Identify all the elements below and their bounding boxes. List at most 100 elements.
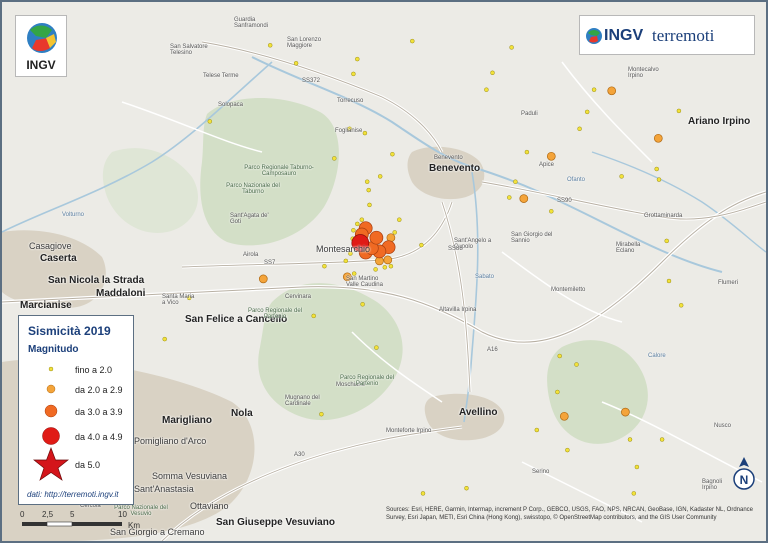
earthquake-event-marker[interactable] [374,345,379,350]
earthquake-event-marker[interactable] [627,437,633,442]
place-avellino: Avellino [459,407,498,418]
earthquake-event-marker[interactable] [355,221,360,227]
place-grottaminarda: Grottaminarda [644,213,683,219]
earthquake-event-marker[interactable] [546,151,556,161]
earthquake-event-marker[interactable] [351,228,356,233]
legend-panel: Sismicità 2019 Magnitudo fino a 2.0 da 2… [18,315,134,505]
place-guardia: Guardia Sanframondi [234,17,269,29]
earthquake-event-marker[interactable] [366,187,371,193]
legend-label-4: da 4.0 a 4.9 [75,432,123,442]
earthquake-event-marker[interactable] [490,70,495,76]
earthquake-event-marker[interactable] [559,411,569,421]
earthquake-event-marker[interactable] [373,267,378,272]
earthquake-event-marker[interactable] [591,87,597,92]
earthquake-event-marker[interactable] [513,179,518,184]
earthquake-event-marker[interactable] [367,202,372,208]
place-cervinara: Cervinara [285,294,312,300]
road-label-a16: A16 [487,347,498,353]
earthquake-event-marker[interactable] [419,242,424,248]
globe-small-icon [586,28,602,44]
earthquake-event-marker[interactable] [383,255,393,265]
earthquake-event-marker[interactable] [565,447,570,453]
legend-label-5: da 5.0 [75,460,101,470]
earthquake-event-marker[interactable] [319,411,324,417]
ingv-terremoti-logo[interactable]: INGV terremoti [579,15,755,55]
scale-bar: 0 2,5 5 10 Km [20,510,150,532]
earthquake-event-marker[interactable] [392,230,397,235]
earthquake-event-marker[interactable] [388,263,394,269]
earthquake-event-marker[interactable] [351,71,356,77]
road-label-a30: A30 [294,452,305,458]
earthquake-event-marker[interactable] [607,86,617,96]
earthquake-event-marker[interactable] [397,217,402,222]
earthquake-event-marker[interactable] [410,38,415,44]
earthquake-event-marker[interactable] [322,263,327,269]
earthquake-event-marker[interactable] [574,362,579,367]
earthquake-event-marker[interactable] [659,437,665,442]
earthquake-event-marker[interactable] [534,427,540,433]
place-nola: Nola [231,408,253,419]
earthquake-event-marker[interactable] [258,274,268,284]
earthquake-event-marker[interactable] [390,151,395,157]
earthquake-event-marker[interactable] [666,278,672,284]
earthquake-event-marker[interactable] [577,126,582,132]
earthquake-event-marker[interactable] [332,156,337,161]
earthquake-event-marker[interactable] [519,194,529,203]
earthquake-event-marker[interactable] [355,56,360,62]
earthquake-event-marker[interactable] [420,491,426,496]
earthquake-event-marker[interactable] [267,43,273,48]
earthquake-event-marker[interactable] [664,238,669,244]
earthquake-event-marker[interactable] [509,45,514,50]
place-mugnano: Mugnano del Cardinale [285,395,320,407]
earthquake-event-marker[interactable] [362,130,368,136]
earthquake-event-marker[interactable] [464,485,469,491]
earthquake-event-marker[interactable] [207,119,213,124]
earthquake-event-marker[interactable] [524,149,530,155]
place-apice: Apice [539,162,555,168]
globe-icon [27,23,57,53]
earthquake-event-marker[interactable] [343,258,349,264]
earthquake-event-marker[interactable] [584,109,590,115]
legend-label-2: da 2.0 a 2.9 [75,385,123,395]
river-label-volturno: Volturno [62,212,85,218]
earthquake-event-marker[interactable] [676,108,682,114]
earthquake-event-marker[interactable] [653,133,663,143]
earthquake-event-marker[interactable] [382,265,388,270]
earthquake-event-marker[interactable] [351,271,357,276]
earthquake-event-marker[interactable] [377,174,383,179]
earthquake-event-marker[interactable] [507,195,512,200]
earthquake-event-marker[interactable] [634,464,640,470]
earthquake-event-marker[interactable] [311,313,316,319]
earthquake-event-marker[interactable] [293,61,299,66]
place-flumeri: Flumeri [718,280,739,286]
legend-symbol-2 [46,384,56,394]
earthquake-event-marker[interactable] [484,87,489,92]
place-altavilla: Altavilla Irpina [439,307,477,313]
earthquake-event-marker[interactable] [364,179,370,184]
earthquake-event-marker[interactable] [359,217,365,222]
earthquake-event-marker[interactable] [555,389,560,395]
earthquake-event-marker[interactable] [656,177,662,182]
map-frame: Benevento Benevento Avellino Ariano Irpi… [0,0,768,543]
place-monteforte: Monteforte Irpino [386,428,432,434]
place-nusco: Nusco [714,423,732,429]
place-paduli: Paduli [521,111,538,117]
svg-text:N: N [740,473,749,487]
earthquake-event-marker[interactable] [549,209,554,214]
earthquake-event-marker[interactable] [621,407,630,417]
earthquake-event-marker[interactable] [631,491,637,496]
data-source-link[interactable]: dati: http://terremoti.ingv.it [27,490,118,499]
place-san-nicola: San Nicola la Strada [48,275,145,286]
ingv-logo[interactable]: INGV [15,15,67,77]
earthquake-event-marker[interactable] [654,166,659,172]
place-san-martino: San Martino Valle Caudina [346,276,383,288]
earthquake-event-marker[interactable] [360,302,365,307]
earthquake-event-marker[interactable] [369,230,384,245]
place-benevento-small: Benevento [434,155,463,161]
place-santa-maria-vico: Santa Maria a Vico [162,294,195,306]
earthquake-event-marker[interactable] [557,353,562,359]
earthquake-event-marker[interactable] [619,174,624,179]
place-montemiletto: Montemiletto [551,287,586,293]
earthquake-event-marker[interactable] [162,336,167,342]
earthquake-event-marker[interactable] [678,303,684,308]
